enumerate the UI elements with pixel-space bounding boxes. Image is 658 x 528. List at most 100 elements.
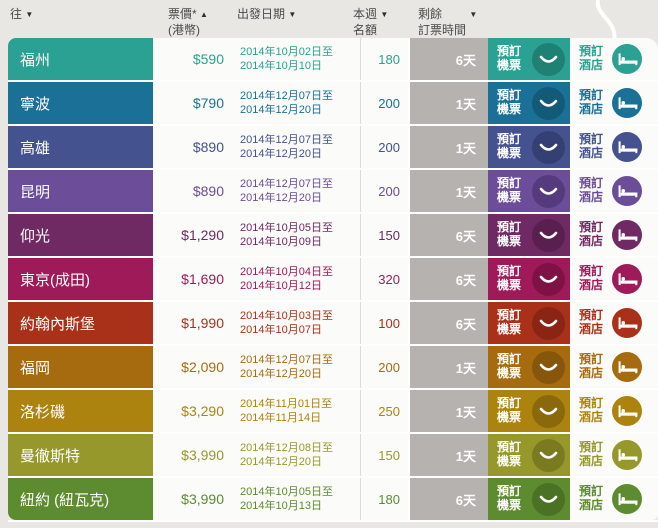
book-flight-button[interactable]: 預訂 機票: [488, 346, 570, 388]
remaining-time-value: 1天: [455, 184, 476, 200]
departure-date-start: 2014年10月05日至: [240, 485, 333, 498]
brushwing-smile-icon: [532, 394, 565, 428]
column-header-remaining[interactable]: 剩餘 ▼ 訂票時間: [418, 7, 477, 38]
book-hotel-button[interactable]: 預訂 酒店: [570, 126, 658, 168]
quota-header-label1: 本週: [353, 7, 378, 21]
price-cell: $590: [153, 38, 228, 80]
book-flight-label: 預訂 機票: [497, 88, 522, 116]
weekly-quota-cell: 180: [360, 478, 408, 520]
book-flight-label: 預訂 機票: [497, 440, 522, 468]
departure-dates-cell: 2014年12月07日至 2014年12月20日: [228, 82, 360, 124]
book-hotel-label: 預訂 酒店: [579, 132, 604, 160]
book-hotel-button[interactable]: 預訂 酒店: [570, 478, 658, 520]
book-hotel-label: 預訂 酒店: [579, 308, 604, 336]
departure-date-end: 2014年12月20日: [240, 148, 322, 160]
book-flight-button[interactable]: 預訂 機票: [488, 478, 570, 520]
book-flight-button[interactable]: 預訂 機票: [488, 302, 570, 344]
destination-cell[interactable]: 洛杉磯: [8, 390, 153, 432]
price-header-label: 票價*: [168, 7, 197, 21]
destination-cell[interactable]: 高雄: [8, 126, 153, 168]
sort-desc-icon: ▼: [469, 10, 478, 19]
weekly-quota-cell: 250: [360, 390, 408, 432]
book-flight-button[interactable]: 預訂 機票: [488, 258, 570, 300]
price-cell: $3,290: [153, 390, 228, 432]
column-header-quota[interactable]: 本週 ▼ 名額: [353, 7, 388, 38]
book-flight-button[interactable]: 預訂 機票: [488, 126, 570, 168]
book-hotel-label: 預訂 酒店: [579, 264, 604, 292]
sort-desc-icon: ▼: [25, 10, 34, 19]
book-hotel-label: 預訂 酒店: [579, 88, 604, 116]
book-flight-button[interactable]: 預訂 機票: [488, 170, 570, 212]
sort-desc-icon: ▼: [380, 10, 389, 19]
quota-value: 150: [378, 227, 400, 243]
departure-date-end: 2014年12月20日: [240, 368, 322, 380]
price-value: $2,090: [181, 359, 224, 375]
price-value: $3,990: [181, 447, 224, 463]
book-flight-label: 預訂 機票: [497, 396, 522, 424]
book-hotel-button[interactable]: 預訂 酒店: [570, 38, 658, 80]
column-header-price[interactable]: 票價* ▲ (港幣): [168, 7, 208, 38]
quota-value: 200: [378, 359, 400, 375]
book-flight-button[interactable]: 預訂 機票: [488, 38, 570, 80]
destination-label: 紐約 (紐瓦克): [20, 491, 110, 509]
destination-label: 福岡: [20, 359, 51, 377]
price-value: $890: [192, 139, 224, 155]
book-hotel-button[interactable]: 預訂 酒店: [570, 346, 658, 388]
destination-cell[interactable]: 昆明: [8, 170, 153, 212]
book-flight-label: 預訂 機票: [497, 132, 522, 160]
remaining-time-value: 6天: [455, 316, 476, 332]
destination-cell[interactable]: 東京(成田): [8, 258, 153, 300]
departure-date-start: 2014年10月05日至: [240, 221, 333, 234]
destination-cell[interactable]: 紐約 (紐瓦克): [8, 478, 153, 520]
book-hotel-button[interactable]: 預訂 酒店: [570, 258, 658, 300]
departure-date-end: 2014年10月07日: [240, 324, 322, 336]
book-hotel-button[interactable]: 預訂 酒店: [570, 390, 658, 432]
brushwing-smile-icon: [532, 438, 565, 472]
book-flight-button[interactable]: 預訂 機票: [488, 82, 570, 124]
remaining-time-value: 1天: [455, 448, 476, 464]
destination-cell[interactable]: 約翰內斯堡: [8, 302, 153, 344]
book-hotel-button[interactable]: 預訂 酒店: [570, 434, 658, 476]
bed-icon: [612, 396, 643, 426]
table-row: 仰光 $1,290 2014年10月05日至 2014年10月09日 150 6…: [8, 214, 658, 258]
remaining-time-value: 1天: [455, 404, 476, 420]
remaining-time-cell: 6天: [408, 214, 488, 256]
departure-dates-cell: 2014年12月08日至 2014年12月20日: [228, 434, 360, 476]
departure-date-end: 2014年12月20日: [240, 192, 322, 204]
price-cell: $890: [153, 126, 228, 168]
price-cell: $1,290: [153, 214, 228, 256]
departure-date-start: 2014年10月03日至: [240, 309, 333, 322]
book-hotel-button[interactable]: 預訂 酒店: [570, 302, 658, 344]
fare-table: 福州 $590 2014年10月02日至 2014年10月10日 180 6天 …: [8, 38, 658, 522]
weekly-quota-cell: 200: [360, 170, 408, 212]
book-flight-button[interactable]: 預訂 機票: [488, 434, 570, 476]
book-hotel-button[interactable]: 預訂 酒店: [570, 214, 658, 256]
destination-cell[interactable]: 仰光: [8, 214, 153, 256]
book-flight-button[interactable]: 預訂 機票: [488, 214, 570, 256]
price-value: $790: [192, 95, 224, 111]
bed-icon: [612, 308, 643, 338]
departure-date-start: 2014年12月08日至: [240, 441, 333, 454]
destination-cell[interactable]: 曼徹斯特: [8, 434, 153, 476]
price-cell: $1,990: [153, 302, 228, 344]
remaining-header-label2: 訂票時間: [418, 22, 467, 37]
destination-cell[interactable]: 福州: [8, 38, 153, 80]
price-cell: $790: [153, 82, 228, 124]
table-row: 約翰內斯堡 $1,990 2014年10月03日至 2014年10月07日 10…: [8, 302, 658, 346]
remaining-time-value: 1天: [455, 96, 476, 112]
column-header-destination[interactable]: 往 ▼: [10, 7, 33, 23]
price-value: $1,690: [181, 271, 224, 287]
remaining-header-label1: 剩餘: [418, 7, 443, 21]
brushwing-smile-icon: [532, 218, 565, 252]
book-hotel-button[interactable]: 預訂 酒店: [570, 170, 658, 212]
destination-cell[interactable]: 福岡: [8, 346, 153, 388]
column-header-departure[interactable]: 出發日期 ▼: [237, 7, 296, 23]
destination-label: 仰光: [20, 227, 51, 245]
book-flight-button[interactable]: 預訂 機票: [488, 390, 570, 432]
brushwing-smile-icon: [532, 262, 565, 296]
book-hotel-button[interactable]: 預訂 酒店: [570, 82, 658, 124]
destination-cell[interactable]: 寧波: [8, 82, 153, 124]
price-header-currency: (港幣): [168, 22, 200, 37]
weekly-quota-cell: 150: [360, 214, 408, 256]
departure-date-end: 2014年10月12日: [240, 280, 322, 292]
